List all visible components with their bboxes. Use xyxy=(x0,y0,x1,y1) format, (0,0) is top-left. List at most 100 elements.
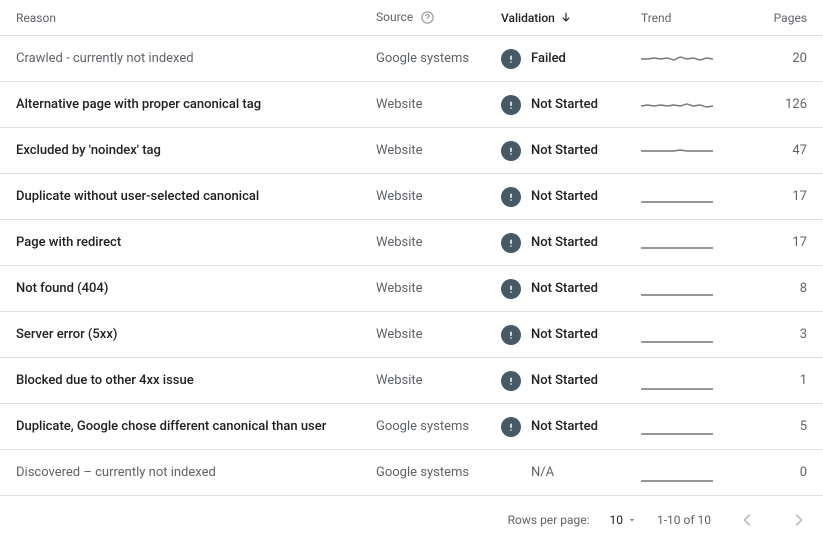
chevron-right-icon xyxy=(789,510,809,530)
rows-per-page-label: Rows per page: xyxy=(508,513,590,527)
cell-trend xyxy=(641,141,751,161)
sparkline xyxy=(641,463,713,483)
cell-pages: 8 xyxy=(751,281,819,296)
exclamation-icon xyxy=(501,417,521,437)
cell-validation: Not Started xyxy=(501,95,641,115)
table-row[interactable]: Duplicate, Google chose different canoni… xyxy=(0,404,823,450)
sparkline xyxy=(641,141,713,161)
sparkline xyxy=(641,325,713,345)
cell-trend xyxy=(641,371,751,391)
sparkline xyxy=(641,49,713,69)
cell-validation: Failed xyxy=(501,49,641,69)
column-header-reason[interactable]: Reason xyxy=(4,11,376,25)
cell-pages: 17 xyxy=(751,189,819,204)
cell-source: Website xyxy=(376,143,501,158)
cell-source: Google systems xyxy=(376,465,501,480)
cell-reason: Blocked due to other 4xx issue xyxy=(4,373,376,388)
column-header-validation[interactable]: Validation xyxy=(501,11,641,25)
sparkline xyxy=(641,95,713,115)
column-header-source[interactable]: Source xyxy=(376,10,501,25)
help-icon[interactable] xyxy=(420,10,435,25)
table-row[interactable]: Blocked due to other 4xx issueWebsiteNot… xyxy=(0,358,823,404)
cell-validation: N/A xyxy=(501,465,641,480)
cell-source: Website xyxy=(376,189,501,204)
cell-source: Website xyxy=(376,373,501,388)
exclamation-icon xyxy=(501,233,521,253)
table-row[interactable]: Not found (404)WebsiteNot Started8 xyxy=(0,266,823,312)
cell-validation: Not Started xyxy=(501,141,641,161)
table-row[interactable]: Alternative page with proper canonical t… xyxy=(0,82,823,128)
sparkline xyxy=(641,417,713,437)
cell-pages: 5 xyxy=(751,419,819,434)
cell-pages: 47 xyxy=(751,143,819,158)
exclamation-icon xyxy=(501,95,521,115)
cell-validation: Not Started xyxy=(501,417,641,437)
chevron-left-icon xyxy=(737,510,757,530)
cell-validation: Not Started xyxy=(501,325,641,345)
validation-status: Failed xyxy=(531,51,566,66)
prev-page-button[interactable] xyxy=(731,504,763,536)
column-header-pages[interactable]: Pages xyxy=(751,11,819,25)
cell-reason: Excluded by 'noindex' tag xyxy=(4,143,376,158)
arrow-down-icon xyxy=(559,11,573,25)
caret-down-icon xyxy=(627,515,637,525)
table-header-row: Reason Source Validation Trend xyxy=(0,0,823,36)
cell-reason: Duplicate, Google chose different canoni… xyxy=(4,419,376,434)
cell-trend xyxy=(641,325,751,345)
cell-source: Website xyxy=(376,327,501,342)
cell-source: Website xyxy=(376,281,501,296)
cell-pages: 126 xyxy=(751,97,819,112)
exclamation-icon xyxy=(501,141,521,161)
validation-status: Not Started xyxy=(531,189,598,204)
sparkline xyxy=(641,279,713,299)
cell-source: Google systems xyxy=(376,419,501,434)
cell-validation: Not Started xyxy=(501,371,641,391)
table-row[interactable]: Page with redirectWebsite Not Started 17 xyxy=(0,220,823,266)
cell-source: Website xyxy=(376,97,501,112)
sparkline xyxy=(641,371,713,391)
cell-reason: Page with redirect xyxy=(4,235,376,250)
column-header-pages-label: Pages xyxy=(774,11,807,25)
cell-validation: Not Started xyxy=(501,233,641,253)
cell-pages: 1 xyxy=(751,373,819,388)
cell-trend xyxy=(641,95,751,115)
table-row[interactable]: Server error (5xx)WebsiteNot Started3 xyxy=(0,312,823,358)
sparkline xyxy=(641,187,713,207)
cell-trend xyxy=(641,279,751,299)
index-coverage-table: Reason Source Validation Trend xyxy=(0,0,823,496)
table-row[interactable]: Discovered – currently not indexedGoogle… xyxy=(0,450,823,496)
exclamation-icon xyxy=(501,49,521,69)
exclamation-icon xyxy=(501,325,521,345)
cell-trend xyxy=(641,417,751,437)
exclamation-icon xyxy=(501,279,521,299)
cell-reason: Crawled - currently not indexed xyxy=(4,51,376,66)
validation-status: Not Started xyxy=(531,97,598,112)
rows-per-page-value: 10 xyxy=(609,513,623,527)
cell-validation: Not Started xyxy=(501,187,641,207)
next-page-button[interactable] xyxy=(783,504,815,536)
column-header-source-label: Source xyxy=(376,10,413,24)
sparkline xyxy=(641,233,713,253)
cell-pages: 17 xyxy=(751,235,819,250)
validation-status: Not Started xyxy=(531,327,598,342)
cell-trend xyxy=(641,187,751,207)
cell-trend xyxy=(641,49,751,69)
column-header-trend: Trend xyxy=(641,11,751,25)
table-row[interactable]: Duplicate without user-selected canonica… xyxy=(0,174,823,220)
validation-status: Not Started xyxy=(531,235,598,250)
rows-per-page-select[interactable]: 10 xyxy=(609,513,637,527)
exclamation-icon xyxy=(501,187,521,207)
table-row[interactable]: Excluded by 'noindex' tagWebsite Not Star… xyxy=(0,128,823,174)
pagination-range: 1-10 of 10 xyxy=(657,513,711,527)
cell-source: Website xyxy=(376,235,501,250)
validation-status: Not Started xyxy=(531,419,598,434)
column-header-validation-label: Validation xyxy=(501,11,555,25)
table-row[interactable]: Crawled - currently not indexedGoogle sy… xyxy=(0,36,823,82)
exclamation-icon xyxy=(501,371,521,391)
cell-reason: Not found (404) xyxy=(4,281,376,296)
cell-trend xyxy=(641,233,751,253)
cell-reason: Discovered – currently not indexed xyxy=(4,465,376,480)
table-footer: Rows per page: 10 1-10 of 10 xyxy=(0,496,823,544)
validation-status: Not Started xyxy=(531,143,598,158)
column-header-trend-label: Trend xyxy=(641,11,671,25)
